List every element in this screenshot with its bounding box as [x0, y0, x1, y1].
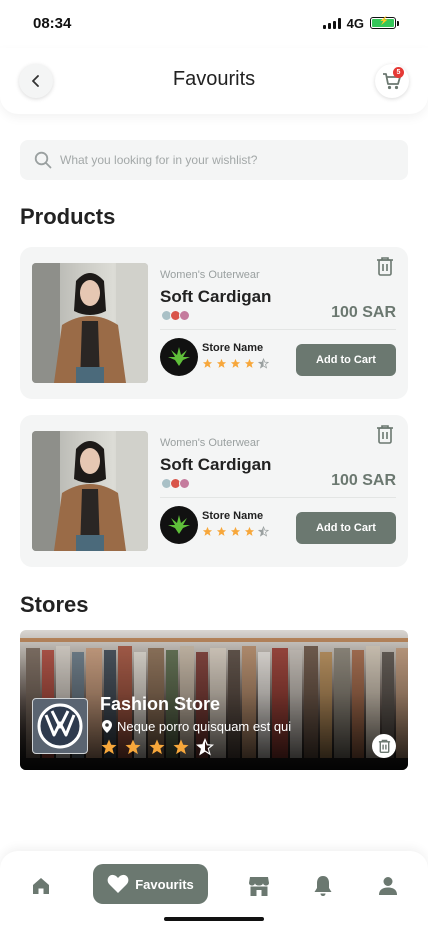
product-price: 100 SAR — [331, 304, 396, 321]
product-name: Soft Cardigan — [160, 287, 272, 306]
store-card[interactable]: Fashion Store Neque porro quisquam est q… — [20, 630, 408, 770]
search-bar[interactable] — [20, 140, 408, 180]
store-title: Fashion Store — [100, 694, 221, 714]
color-swatch[interactable] — [179, 478, 190, 489]
product-name: Soft Cardigan — [160, 455, 272, 474]
bottom-nav: Favourits — [0, 851, 428, 926]
add-to-cart-button[interactable]: Add to Cart — [296, 344, 396, 376]
leaf-icon — [168, 515, 190, 534]
star-half-icon — [258, 358, 269, 369]
product-category: Women's Outerwear — [160, 437, 260, 449]
color-swatches — [161, 310, 190, 321]
nav-stores[interactable] — [246, 873, 272, 899]
star-icon — [230, 526, 241, 536]
home-indicator — [164, 917, 264, 921]
product-card[interactable]: Women's Outerwear Soft Cardigan 100 SAR … — [20, 415, 408, 567]
home-icon — [33, 878, 49, 894]
star-icon — [244, 358, 255, 368]
bell-icon — [314, 876, 332, 896]
cart-button[interactable]: 5 — [375, 64, 409, 98]
cart-badge: 5 — [393, 67, 404, 78]
rating-stars — [202, 358, 269, 369]
nav-home[interactable] — [28, 873, 54, 899]
stores-section-title: Stores — [20, 592, 89, 617]
star-icon — [173, 739, 189, 755]
header: Favourits 5 — [0, 48, 428, 114]
star-half-icon — [196, 738, 214, 756]
battery-icon — [370, 16, 399, 29]
store-avatar[interactable] — [160, 338, 198, 376]
search-icon — [34, 151, 52, 169]
divider — [160, 329, 396, 330]
product-image — [32, 263, 148, 383]
status-bar: 08:34 4G — [0, 0, 428, 46]
nav-favourites-label: Favourits — [135, 876, 194, 892]
page-title: Favourits — [172, 68, 256, 90]
status-indicators: 4G — [322, 15, 399, 31]
store-name: Store Name — [202, 342, 264, 354]
user-icon — [379, 877, 397, 895]
product-price: 100 SAR — [331, 472, 396, 489]
volkswagen-logo — [37, 703, 83, 749]
product-image — [32, 431, 148, 551]
store-icon — [249, 876, 269, 896]
star-icon — [125, 739, 141, 755]
star-icon — [101, 739, 117, 755]
star-icon — [202, 526, 213, 536]
location-pin-icon — [102, 720, 112, 733]
remove-button[interactable] — [376, 424, 394, 449]
signal-icon — [322, 17, 341, 29]
color-swatch[interactable] — [179, 310, 190, 321]
star-half-icon — [258, 526, 269, 537]
network-type: 4G — [346, 15, 364, 31]
heart-icon — [107, 874, 129, 893]
remove-button[interactable] — [376, 256, 394, 281]
products-section-title: Products — [20, 204, 116, 229]
store-location: Neque porro quisquam est qui — [102, 719, 291, 734]
nav-favourites[interactable]: Favourits — [93, 864, 208, 904]
nav-notifications[interactable] — [310, 873, 336, 899]
remove-store-button[interactable] — [372, 734, 396, 758]
nav-profile[interactable] — [375, 873, 401, 899]
divider — [160, 497, 396, 498]
store-rating-stars — [100, 738, 214, 756]
trash-icon — [377, 425, 393, 444]
rating-stars — [202, 526, 269, 537]
add-to-cart-button[interactable]: Add to Cart — [296, 512, 396, 544]
star-icon — [149, 739, 165, 755]
store-logo — [32, 698, 88, 754]
star-icon — [230, 358, 241, 368]
trash-icon — [377, 257, 393, 276]
search-input[interactable] — [60, 153, 380, 167]
store-avatar[interactable] — [160, 506, 198, 544]
store-name: Store Name — [202, 510, 264, 522]
product-card[interactable]: Women's Outerwear Soft Cardigan 100 SAR … — [20, 247, 408, 399]
status-time: 08:34 — [33, 14, 72, 32]
star-icon — [244, 526, 255, 536]
star-icon — [216, 526, 227, 536]
store-location-text: Neque porro quisquam est qui — [117, 719, 292, 734]
leaf-icon — [168, 347, 190, 366]
star-icon — [216, 358, 227, 368]
color-swatches — [161, 478, 190, 489]
trash-icon — [378, 739, 390, 753]
star-icon — [202, 358, 213, 368]
product-category: Women's Outerwear — [160, 269, 260, 281]
